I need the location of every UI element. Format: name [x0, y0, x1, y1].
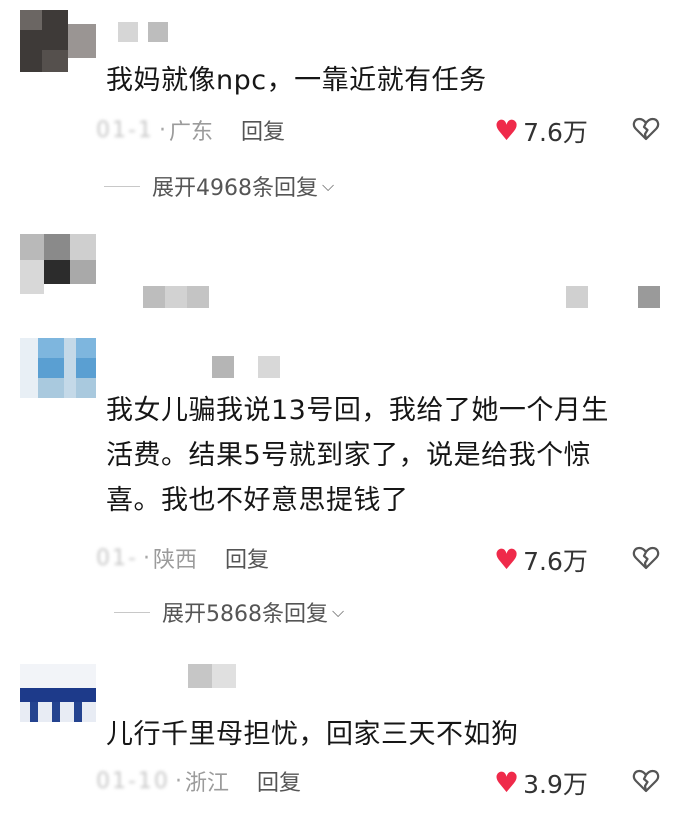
comment-text: 儿行千里母担忧，回家三天不如狗	[106, 712, 519, 757]
comment-line: 我女儿骗我说13号回，我给了她一个月生	[106, 395, 609, 426]
broken-heart-icon	[632, 769, 660, 793]
comment-date: 01-1	[96, 117, 154, 143]
broken-heart-icon	[632, 546, 660, 570]
user-avatar[interactable]	[20, 664, 96, 722]
comment-line: 儿行千里母担忧，回家三天不如狗	[106, 719, 519, 750]
like-button[interactable]: ♥ 3.9万	[494, 765, 588, 801]
comment-text: 我妈就像npc，一靠近就有任务	[106, 58, 487, 103]
reply-button[interactable]: 回复	[225, 542, 269, 574]
expand-replies-label: 展开4968条回复	[152, 176, 318, 201]
separator-dot: ·	[158, 117, 166, 143]
username-blurred[interactable]	[188, 664, 236, 688]
reply-button[interactable]: 回复	[257, 765, 301, 797]
reply-button[interactable]: 回复	[241, 114, 285, 146]
like-button[interactable]: ♥ 7.6万	[494, 113, 588, 149]
comment-date: 01-10	[96, 768, 170, 794]
heart-icon: ♥	[494, 114, 520, 147]
dislike-button[interactable]	[632, 544, 660, 572]
username-blurred[interactable]	[143, 286, 209, 308]
comment-meta: 01-1 · 广东 回复	[96, 114, 285, 146]
user-avatar[interactable]	[20, 234, 96, 294]
user-avatar[interactable]	[20, 10, 96, 72]
username-blurred[interactable]	[212, 356, 280, 378]
ip-region: 陕西	[152, 548, 197, 573]
divider-rule	[104, 185, 140, 187]
comment-line: 我妈就像npc，一靠近就有任务	[106, 65, 487, 96]
like-count: 7.6万	[523, 118, 588, 147]
comment-date: 01-	[96, 545, 138, 571]
comment-line: 活费。结果5号就到家了，说是给我个惊	[106, 440, 592, 471]
comment-line: 喜。我也不好意思提钱了	[106, 485, 409, 516]
separator-dot: ·	[174, 768, 182, 794]
comment-meta: 01-10 · 浙江 回复	[96, 765, 301, 797]
ip-region: 广东	[168, 120, 213, 145]
dislike-button[interactable]	[632, 115, 660, 143]
blurred-region	[566, 286, 660, 308]
comment-text: 我女儿骗我说13号回，我给了她一个月生 活费。结果5号就到家了，说是给我个惊 喜…	[106, 388, 609, 523]
dislike-button[interactable]	[632, 767, 660, 795]
broken-heart-icon	[632, 117, 660, 141]
expand-replies-label: 展开5868条回复	[162, 602, 328, 627]
comment-meta: 01- · 陕西 回复	[96, 542, 269, 574]
ip-region: 浙江	[184, 771, 229, 796]
chevron-down-icon: ⌵	[332, 602, 345, 621]
like-count: 3.9万	[523, 770, 588, 799]
username-blurred[interactable]	[118, 22, 178, 42]
expand-replies-button[interactable]: 展开4968条回复 ⌵	[104, 170, 334, 202]
like-button[interactable]: ♥ 7.6万	[494, 542, 588, 578]
like-count: 7.6万	[523, 547, 588, 576]
divider-rule	[114, 611, 150, 613]
separator-dot: ·	[142, 545, 150, 571]
expand-replies-button[interactable]: 展开5868条回复 ⌵	[114, 596, 344, 628]
chevron-down-icon: ⌵	[322, 176, 335, 195]
heart-icon: ♥	[494, 543, 520, 576]
heart-icon: ♥	[494, 766, 520, 799]
user-avatar[interactable]	[20, 338, 96, 398]
